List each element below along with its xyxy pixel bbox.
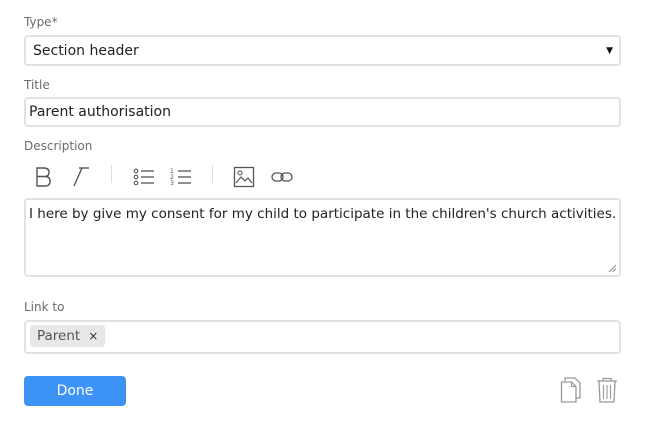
type-select[interactable]: Section header ▼ [24, 35, 621, 66]
title-input[interactable] [26, 99, 619, 125]
chip-remove-icon[interactable]: × [88, 325, 98, 347]
done-button[interactable]: Done [24, 376, 126, 406]
description-textarea[interactable]: I here by give my consent for my child t… [26, 200, 619, 275]
bold-icon[interactable] [29, 163, 57, 191]
bulleted-list-icon[interactable] [130, 163, 158, 191]
title-field [24, 97, 621, 127]
svg-text:3: 3 [170, 180, 174, 187]
trash-icon[interactable] [596, 377, 620, 405]
title-label: Title [24, 78, 50, 92]
type-select-value: Section header [33, 43, 139, 59]
toolbar-separator [212, 165, 213, 183]
link-to-field[interactable]: Parent × [24, 320, 621, 354]
image-icon[interactable] [230, 163, 258, 191]
type-label: Type* [24, 15, 58, 29]
link-icon[interactable] [268, 163, 296, 191]
description-field: I here by give my consent for my child t… [24, 198, 621, 277]
resize-grip-icon[interactable] [608, 264, 617, 273]
editor-toolbar: 123 [26, 161, 346, 191]
link-to-label: Link to [24, 300, 65, 314]
dropdown-arrow-icon: ▼ [606, 46, 613, 56]
description-label: Description [24, 139, 93, 153]
italic-icon[interactable] [66, 163, 94, 191]
chip-label: Parent [37, 328, 81, 344]
linked-chip: Parent × [30, 325, 106, 347]
copy-icon[interactable] [560, 377, 584, 405]
numbered-list-icon[interactable]: 123 [167, 163, 195, 191]
toolbar-separator [111, 165, 112, 183]
